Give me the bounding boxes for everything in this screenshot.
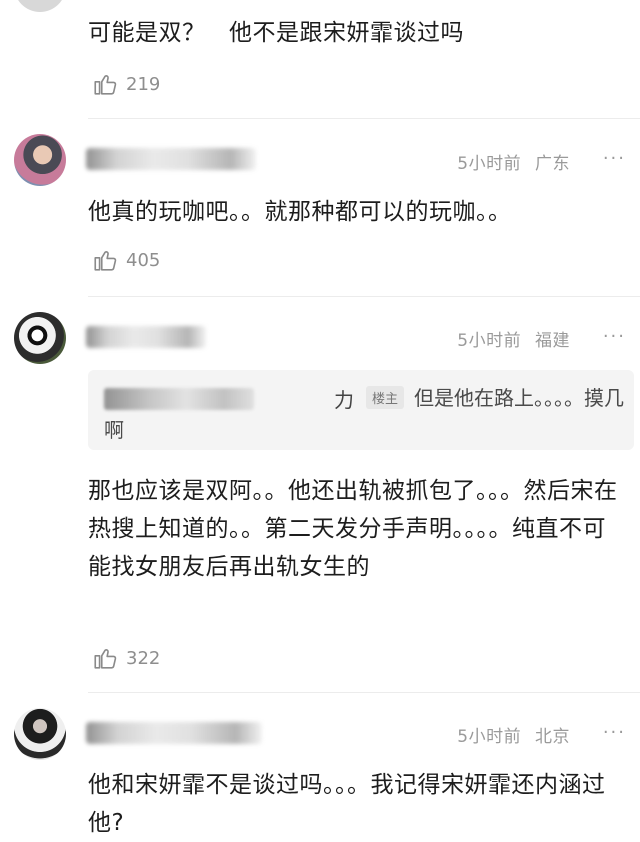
comment-meta: 5小时前 广东: [457, 149, 570, 174]
divider: [88, 296, 640, 297]
username-blurred[interactable]: [86, 148, 256, 170]
comment-text: 可能是双？ 他不是跟宋妍霏谈过吗: [88, 20, 464, 46]
avatar[interactable]: [14, 0, 66, 12]
like-count: 405: [126, 249, 161, 271]
location: 广东: [535, 154, 570, 174]
comment-meta: 5小时前 福建: [457, 326, 570, 351]
like-count: 322: [126, 647, 161, 669]
avatar[interactable]: [14, 708, 66, 760]
thumbs-up-icon: [94, 648, 117, 669]
thumbs-up-icon: [94, 250, 117, 271]
timestamp: 5小时前: [457, 331, 522, 351]
like-button[interactable]: 322: [92, 644, 160, 672]
timestamp: 5小时前: [457, 154, 522, 174]
username-blurred[interactable]: [86, 722, 262, 744]
more-dots-icon[interactable]: ···: [603, 722, 626, 743]
username-blurred[interactable]: [86, 326, 206, 348]
more-dots-icon[interactable]: ···: [603, 148, 626, 169]
comment-text: 那也应该是双阿。。他还出轨被抓包了。。。然后宋在热搜上知道的。。第二天发分手声明…: [88, 478, 618, 580]
comment-text: 他真的玩咖吧。。就那种都可以的玩咖。。: [88, 199, 512, 225]
like-button[interactable]: 219: [92, 70, 160, 98]
location: 北京: [535, 727, 570, 747]
avatar[interactable]: [14, 312, 66, 364]
avatar[interactable]: [14, 134, 66, 186]
like-button[interactable]: 405: [92, 246, 160, 274]
location: 福建: [535, 331, 570, 351]
comment-meta: 5小时前 北京: [457, 722, 570, 747]
divider: [88, 118, 640, 119]
comment-text: 他和宋妍霏不是谈过吗。。。我记得宋妍霏还内涵过他?: [88, 772, 606, 836]
like-count: 219: [126, 73, 161, 95]
thumbs-up-icon: [94, 74, 117, 95]
quoted-text: 但是他在路上。。。。摸几啊: [104, 386, 624, 442]
timestamp: 5小时前: [457, 727, 522, 747]
more-dots-icon[interactable]: ···: [603, 326, 626, 347]
quoted-reply[interactable]: 力 楼主 但是他在路上。。。。摸几啊: [88, 370, 634, 450]
divider: [88, 692, 640, 693]
